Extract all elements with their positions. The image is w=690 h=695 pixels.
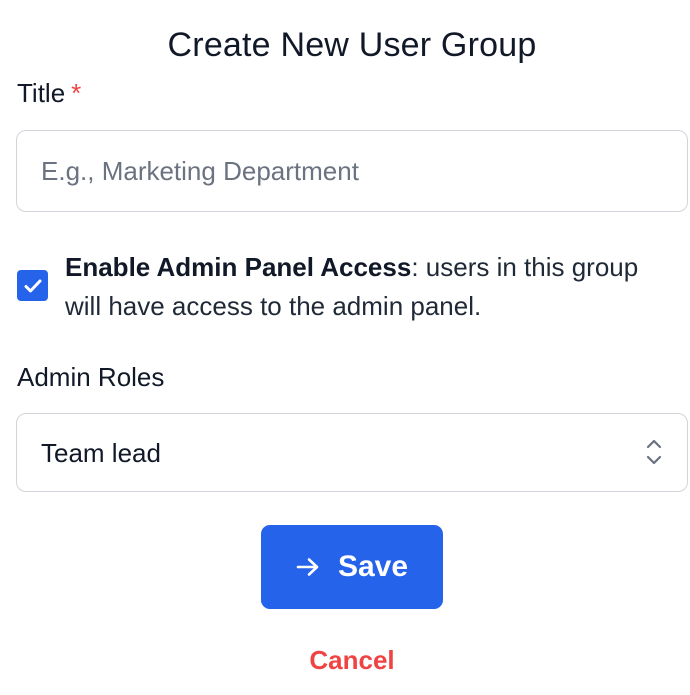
arrow-right-icon: [296, 557, 320, 577]
save-button[interactable]: Save: [261, 525, 443, 609]
cancel-button[interactable]: Cancel: [0, 645, 690, 676]
title-label: Title *: [17, 78, 81, 109]
admin-access-checkbox[interactable]: [17, 270, 48, 301]
admin-access-label-strong: Enable Admin Panel Access: [65, 252, 412, 282]
check-icon: [24, 279, 42, 293]
admin-roles-selected-value: Team lead: [41, 438, 161, 468]
title-label-text: Title: [17, 78, 66, 108]
save-button-label: Save: [337, 550, 409, 583]
page-title: Create New User Group: [167, 26, 537, 64]
admin-access-label: Enable Admin Panel Access: users in this…: [65, 248, 665, 326]
admin-roles-select[interactable]: Team lead: [16, 413, 688, 492]
required-marker: *: [71, 78, 82, 108]
create-user-group-form: Create New User Group Title* Enable Admi…: [0, 0, 690, 695]
chevron-up-down-icon: [645, 437, 663, 472]
title-input[interactable]: [16, 130, 688, 212]
admin-roles-label: Admin Roles: [17, 362, 165, 392]
